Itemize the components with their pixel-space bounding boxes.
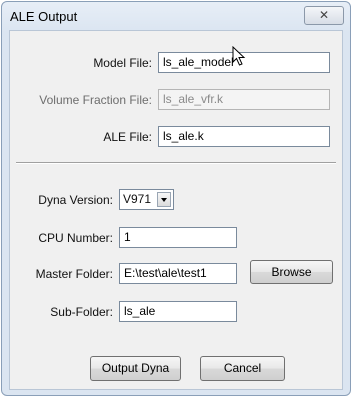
close-button[interactable]: ✕ <box>304 6 344 25</box>
chevron-down-icon[interactable] <box>157 192 171 207</box>
cpu-number-label: CPU Number: <box>38 231 113 245</box>
close-icon: ✕ <box>318 8 330 22</box>
cpu-number-input[interactable]: 1 <box>119 227 237 248</box>
ale-file-label: ALE File: <box>103 130 152 144</box>
dyna-version-label: Dyna Version: <box>38 193 113 207</box>
volume-fraction-file-label: Volume Fraction File: <box>39 93 152 107</box>
volume-fraction-file-input: ls_ale_vfr.k <box>158 89 330 110</box>
dialog-body: Model File: ls_ale_model Volume Fraction… <box>9 30 343 390</box>
cancel-button[interactable]: Cancel <box>200 356 285 381</box>
sub-folder-input[interactable]: ls_ale <box>119 301 237 322</box>
mouse-pointer-icon <box>232 46 246 66</box>
dyna-version-value: V971 <box>123 192 152 206</box>
dyna-version-select[interactable]: V971 <box>119 189 174 210</box>
sub-folder-label: Sub-Folder: <box>50 305 113 319</box>
master-folder-label: Master Folder: <box>35 267 113 281</box>
output-dyna-button[interactable]: Output Dyna <box>90 356 181 381</box>
title-bar: ALE Output ✕ <box>2 2 350 30</box>
model-file-label: Model File: <box>93 56 152 70</box>
ale-output-dialog: ALE Output ✕ Model File: ls_ale_model Vo… <box>1 1 351 396</box>
window-title: ALE Output <box>10 9 78 24</box>
ale-file-input[interactable]: ls_ale.k <box>158 126 330 147</box>
master-folder-input[interactable]: E:\test\ale\test1 <box>119 263 237 284</box>
browse-button[interactable]: Browse <box>250 260 333 284</box>
section-divider <box>16 162 336 164</box>
